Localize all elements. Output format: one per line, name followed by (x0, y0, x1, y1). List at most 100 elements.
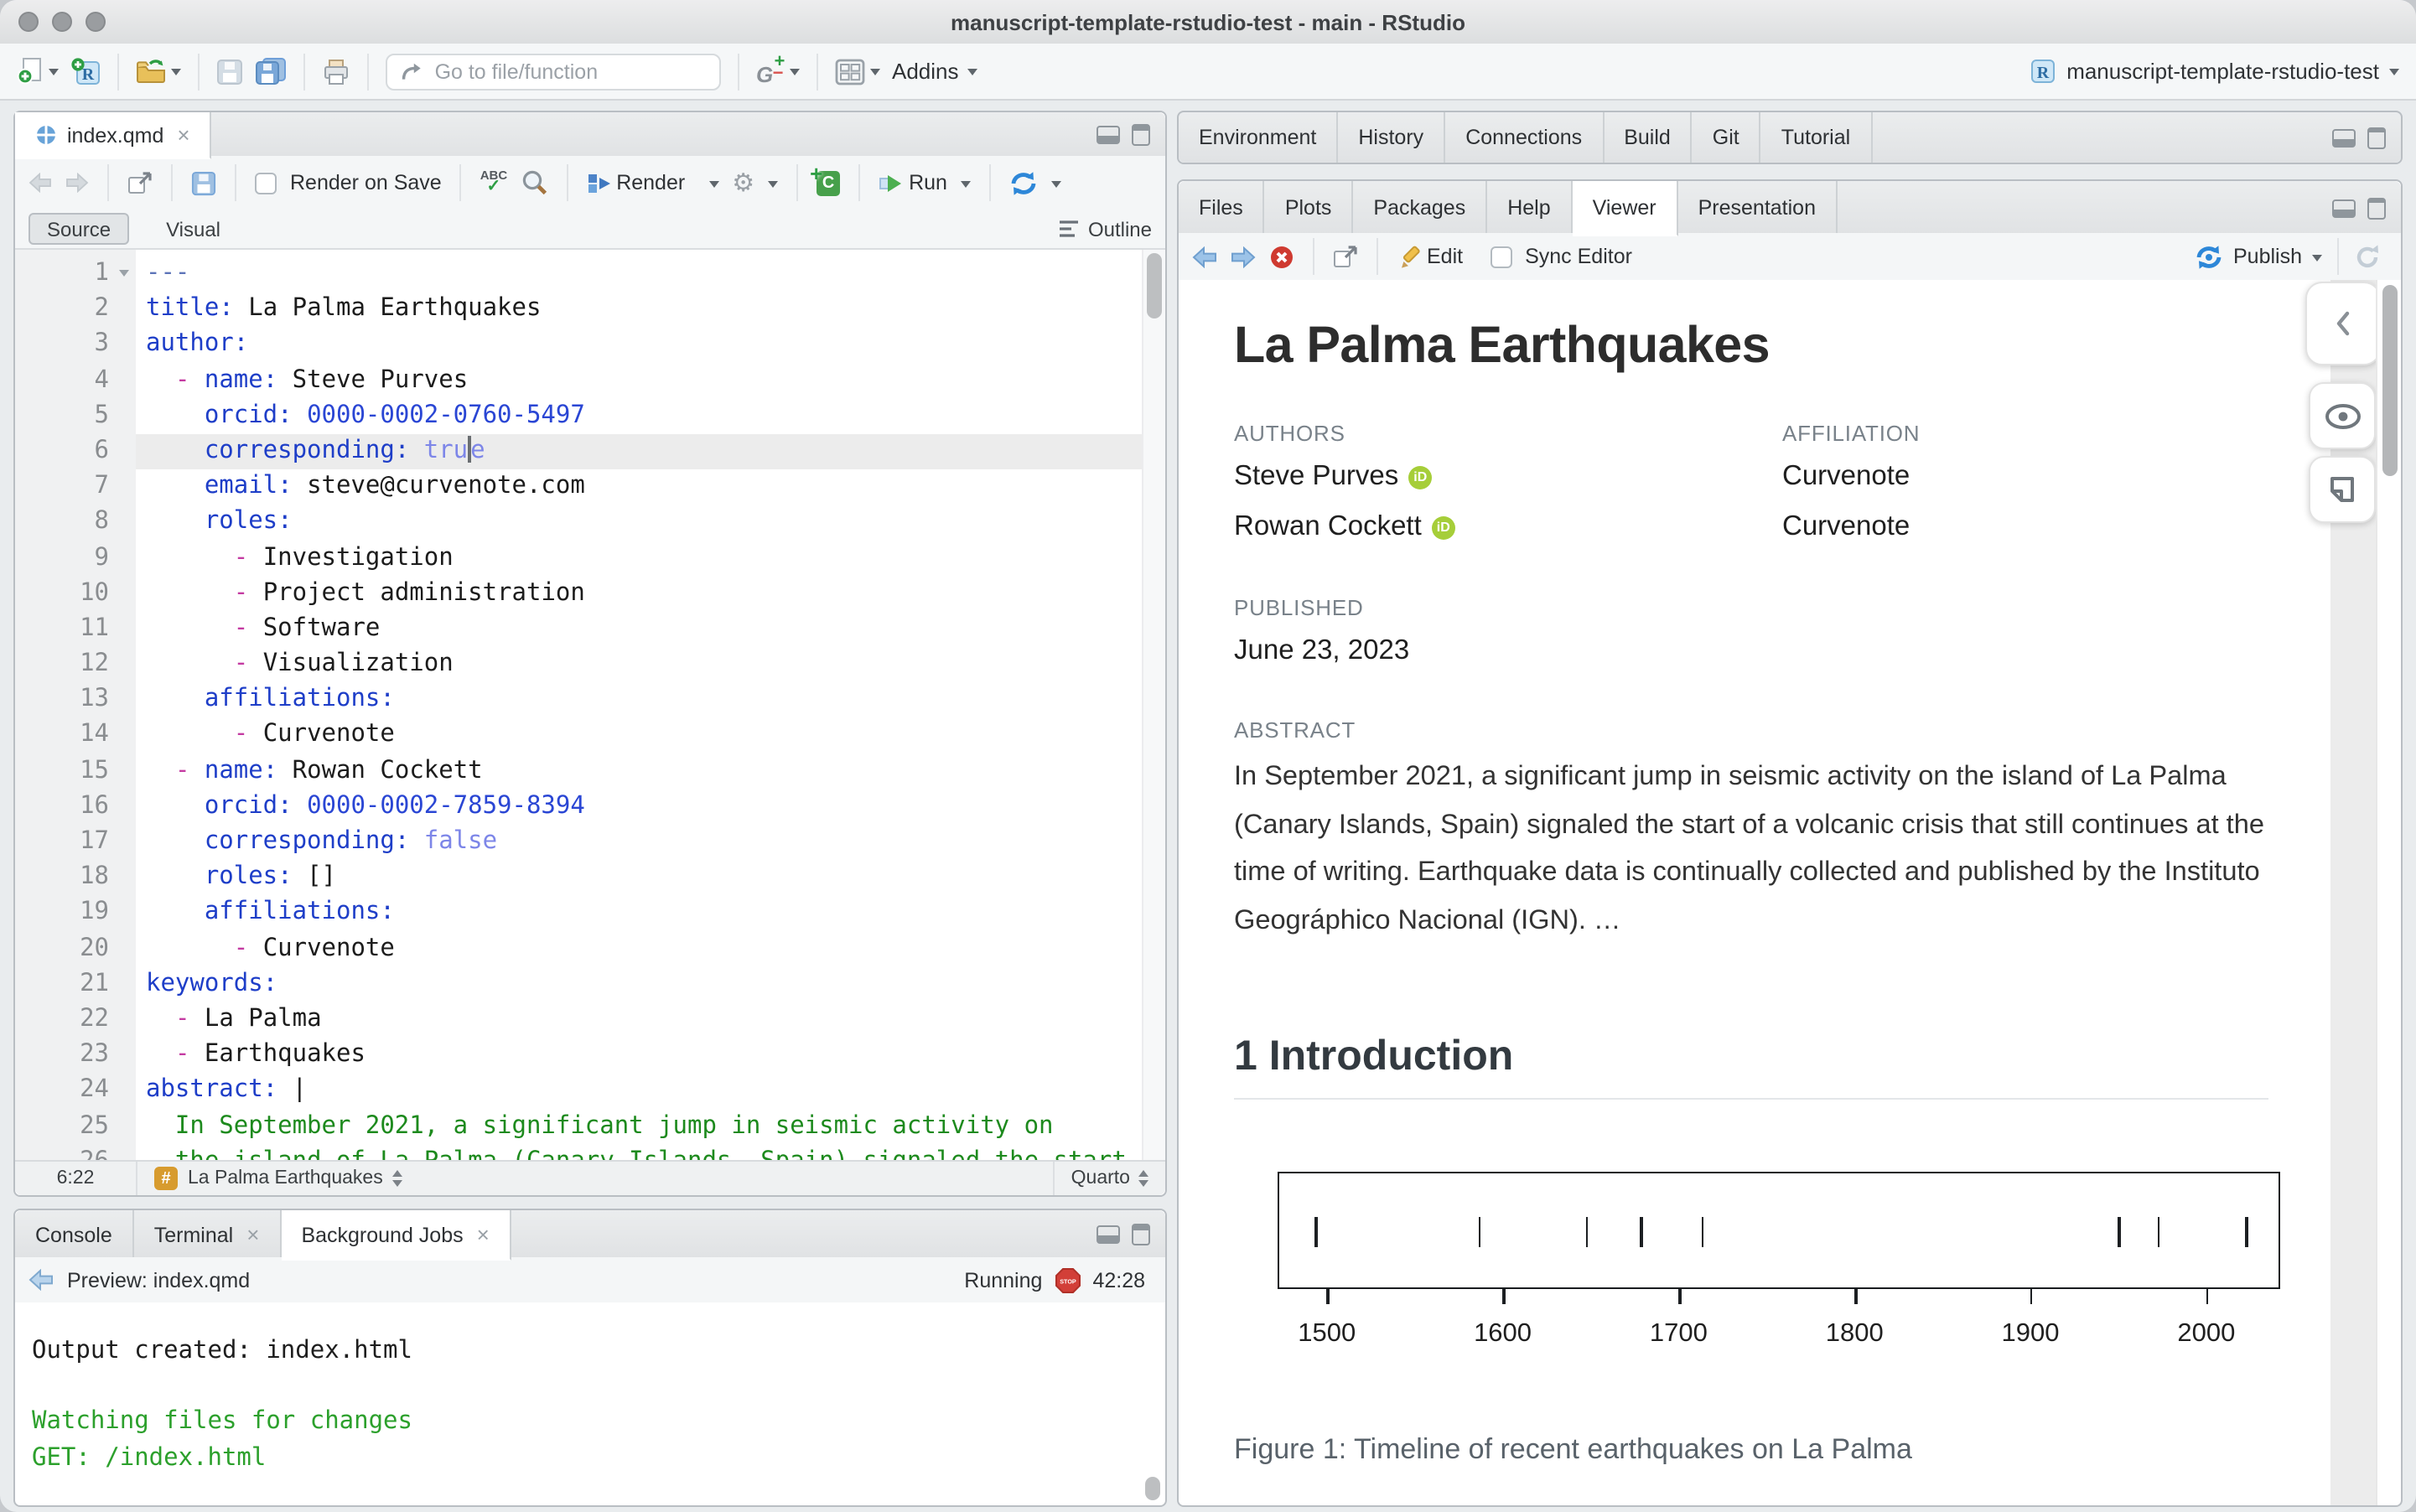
minimize-pane-icon[interactable] (1097, 1225, 1120, 1244)
tab-viewer[interactable]: Viewer (1572, 181, 1678, 236)
code-line[interactable]: --- (136, 256, 1142, 292)
refresh-icon[interactable] (2354, 243, 2381, 270)
goto-file-input[interactable] (431, 58, 706, 85)
minimize-pane-icon[interactable] (1097, 126, 1120, 144)
orcid-icon[interactable]: iD (1431, 515, 1455, 539)
source-mode-button[interactable]: Source (29, 213, 130, 245)
code-line[interactable]: affiliations: (136, 896, 1142, 931)
rerun-icon[interactable] (1009, 170, 1038, 195)
tab-console[interactable]: Console (15, 1210, 134, 1259)
maximize-pane-icon[interactable] (2367, 197, 2386, 219)
popout-icon[interactable] (1333, 245, 1358, 268)
render-button[interactable]: Render (586, 170, 685, 195)
new-project-button[interactable]: R (70, 57, 101, 85)
maximize-pane-icon[interactable] (2367, 127, 2386, 148)
outline-button[interactable]: Outline (1058, 217, 1152, 241)
clear-icon[interactable] (1269, 244, 1294, 269)
tab-build[interactable]: Build (1604, 112, 1693, 163)
tab-index-qmd[interactable]: index.qmd × (15, 112, 212, 159)
code-line[interactable]: - Project administration (136, 576, 1142, 611)
tab-git[interactable]: Git (1693, 112, 1761, 163)
tab-help[interactable]: Help (1487, 181, 1573, 235)
code-line[interactable]: - Investigation (136, 541, 1142, 576)
new-file-button[interactable] (17, 57, 59, 85)
tab-tutorial[interactable]: Tutorial (1761, 112, 1873, 163)
code-line[interactable]: - Earthquakes (136, 1038, 1142, 1073)
visual-mode-button[interactable]: Visual (149, 215, 237, 243)
console-output[interactable]: Output created: index.html Watching file… (15, 1302, 1165, 1505)
sync-editor-checkbox[interactable] (1490, 246, 1512, 267)
close-icon[interactable]: × (246, 1224, 259, 1245)
addins-menu[interactable]: Addins (892, 59, 977, 84)
code-line[interactable]: In September 2021, a significant jump in… (136, 1109, 1142, 1144)
tab-background-jobs[interactable]: Background Jobs × (281, 1210, 511, 1261)
code-line[interactable]: roles: (136, 505, 1142, 541)
code-line[interactable]: keywords: (136, 967, 1142, 1002)
tab-files[interactable]: Files (1179, 181, 1265, 235)
chevron-down-icon[interactable] (2312, 254, 2322, 266)
tab-history[interactable]: History (1338, 112, 1446, 163)
open-file-button[interactable] (136, 59, 181, 84)
code-line[interactable]: email: steve@curvenote.com (136, 469, 1142, 505)
back-icon[interactable] (29, 173, 52, 193)
code-line[interactable]: - Curvenote (136, 718, 1142, 753)
code-line[interactable]: - name: Rowan Cockett (136, 753, 1142, 789)
code-line[interactable]: orcid: 0000-0002-7859-8394 (136, 790, 1142, 825)
editor-scrollbar-thumb[interactable] (1147, 253, 1162, 318)
run-button[interactable]: Run (879, 171, 947, 194)
goto-file-search[interactable] (386, 53, 721, 90)
code-line[interactable]: roles: [] (136, 860, 1142, 895)
code-line[interactable]: author: (136, 328, 1142, 363)
tab-connections[interactable]: Connections (1445, 112, 1605, 163)
code-editor[interactable]: 1 2 3 4 5 6 7 8 9 10 11 12 13 14 15 16 17 18 19 20 21 22 23 24 2… (15, 250, 1165, 1162)
maximize-pane-icon[interactable] (1132, 124, 1150, 146)
close-window-button[interactable] (18, 12, 39, 32)
viewer-scrollbar[interactable] (2376, 280, 2401, 1505)
popout-icon[interactable] (127, 171, 153, 194)
spellcheck-icon[interactable]: ABC ✓ (480, 168, 508, 197)
cursor-position[interactable]: 6:22 (15, 1162, 137, 1195)
console-scrollbar-thumb[interactable] (1145, 1477, 1160, 1500)
code-line[interactable]: orcid: 0000-0002-0760-5497 (136, 399, 1142, 434)
stop-icon[interactable]: STOP (1054, 1266, 1081, 1293)
comment-button[interactable] (2309, 456, 2376, 523)
insert-chunk-button[interactable]: + C (810, 160, 841, 195)
chevron-down-icon[interactable] (960, 180, 971, 192)
tab-presentation[interactable]: Presentation (1678, 181, 1838, 235)
close-icon[interactable]: × (177, 124, 189, 146)
collapse-panel-button[interactable] (2305, 282, 2381, 365)
panes-layout-button[interactable] (835, 58, 880, 85)
code-line[interactable]: title: La Palma Earthquakes (136, 292, 1142, 327)
back-icon[interactable] (29, 1269, 54, 1291)
code-line[interactable]: abstract: | (136, 1074, 1142, 1109)
code-line[interactable]: - Visualization (136, 647, 1142, 682)
chevron-down-icon[interactable] (708, 180, 719, 192)
maximize-pane-icon[interactable] (1132, 1224, 1150, 1245)
save-all-button[interactable] (255, 57, 287, 85)
search-icon[interactable] (521, 169, 547, 196)
fold-toggle-icon[interactable] (119, 270, 129, 282)
code-line[interactable]: - Software (136, 612, 1142, 647)
minimize-pane-icon[interactable] (2332, 128, 2356, 147)
git-menu-button[interactable]: + − G (756, 52, 800, 87)
tab-plots[interactable]: Plots (1265, 181, 1354, 235)
chevron-down-icon[interactable] (768, 180, 779, 192)
chevron-down-icon[interactable] (1050, 180, 1061, 192)
filetype-selector[interactable]: Quarto (1052, 1162, 1165, 1195)
save-button[interactable] (216, 58, 243, 85)
section-selector[interactable]: # La Palma Earthquakes (137, 1166, 1053, 1192)
code-line[interactable]: corresponding: tru e (136, 433, 1142, 470)
edit-button[interactable]: Edit (1397, 244, 1463, 269)
preview-visibility-button[interactable] (2309, 382, 2376, 449)
code-line[interactable]: - name: Steve Purves (136, 363, 1142, 398)
tab-terminal[interactable]: Terminal × (134, 1210, 282, 1259)
code-lines[interactable]: --- title: La Palma Earthquakes author: - … (136, 250, 1142, 1162)
print-button[interactable] (322, 58, 350, 85)
tab-environment[interactable]: Environment (1179, 112, 1339, 163)
project-menu[interactable]: R manuscript-template-rstudio-test (2028, 57, 2399, 85)
code-line[interactable]: - La Palma (136, 1002, 1142, 1038)
minimize-window-button[interactable] (52, 12, 72, 32)
orcid-icon[interactable]: iD (1408, 465, 1433, 489)
code-line[interactable]: corresponding: false (136, 825, 1142, 860)
forward-icon[interactable] (1231, 246, 1256, 267)
